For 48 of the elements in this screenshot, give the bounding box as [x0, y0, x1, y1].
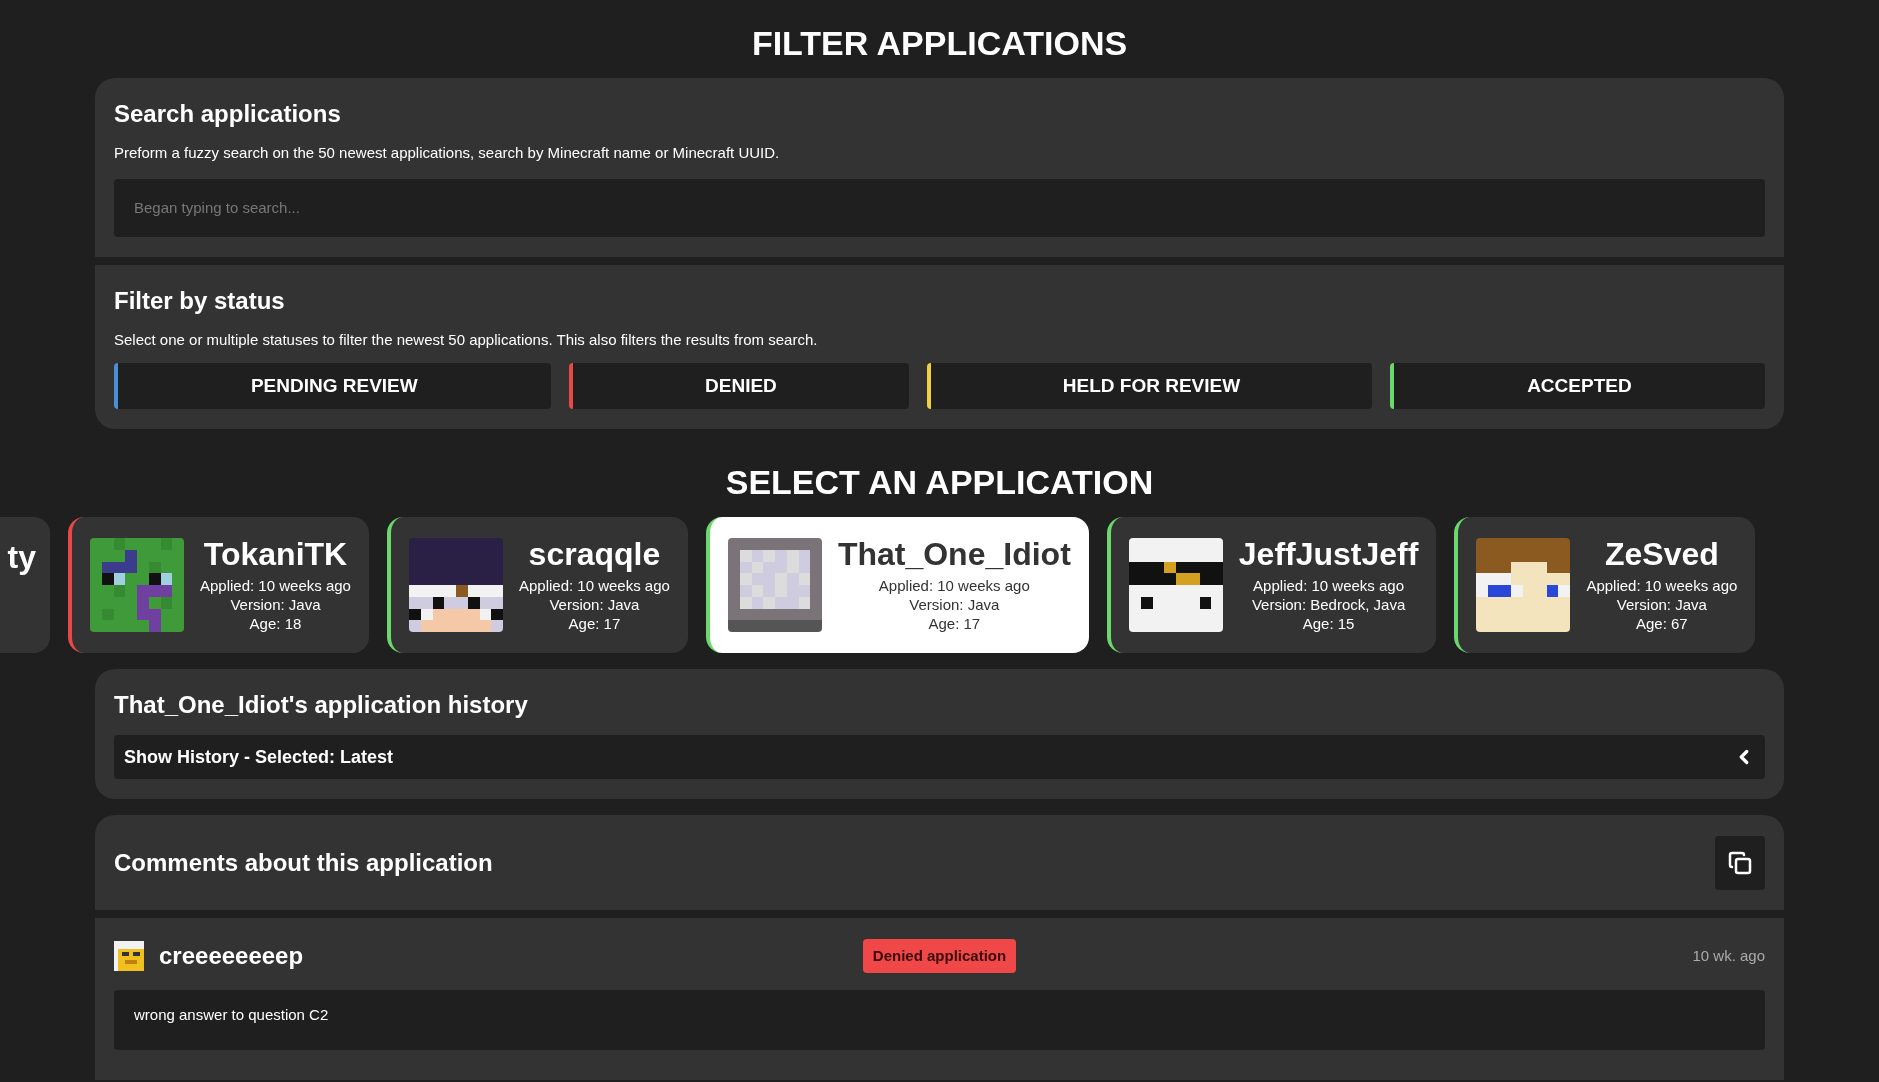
applied-date: Applied: 10 weeks ago [200, 575, 351, 595]
section-description: Preform a fuzzy search on the 50 newest applications, search by Minecraft name or Minecraft UUID. [114, 143, 781, 163]
game-version: Version: Java [230, 594, 321, 614]
applied-date: Applied: 10 weeks ago [518, 575, 670, 595]
applicant-name: ty [7, 541, 36, 573]
applied-date: Applied: 10 weeks ago [1586, 575, 1738, 595]
copy-icon [1728, 850, 1752, 875]
section-title: Comments about this application [114, 847, 493, 878]
section-title: That_One_Idiot's application history [114, 690, 529, 720]
page-title: FILTER APPLICATIONS [750, 23, 1129, 64]
applied-date: Applied: 10 weeks ago [1253, 575, 1405, 595]
partial-application-card[interactable]: ty [0, 517, 50, 653]
application-card[interactable]: ZeSved Applied: 10 weeks ago Version: Java Age: 67 [1454, 517, 1756, 653]
applicant-age: Age: 15 [1302, 613, 1355, 633]
application-card[interactable]: JeffJustJeff Applied: 10 weeks ago Version: Bedrock, Java Age: 15 [1106, 517, 1437, 653]
section-heading: SELECT AN APPLICATION [724, 462, 1155, 503]
game-version: Version: Bedrock, Java [1251, 594, 1406, 614]
status-filter-button[interactable]: HELD FOR REVIEW [927, 363, 1372, 409]
applicant-age: Age: 18 [249, 613, 302, 633]
status-filter-button[interactable]: ACCEPTED [1389, 363, 1765, 409]
section-description: Select one or multiple statuses to filter the newest 50 applications. This also filters the results from search. [114, 329, 819, 350]
user-avatar-icon [114, 941, 144, 971]
applicant-name: ZeSved [1604, 537, 1719, 570]
applicant-age: Age: 17 [568, 613, 621, 633]
applicant-name: That_One_Idiot [837, 537, 1071, 570]
applicant-age: Age: 67 [1636, 613, 1688, 633]
status-filter-button[interactable]: DENIED [568, 363, 910, 409]
section-title: Search applications [114, 99, 342, 129]
history-toggle[interactable]: Show History - Selected: Latest [114, 735, 1765, 779]
game-version: Version: Java [549, 594, 640, 614]
application-card[interactable]: TokaniTK Applied: 10 weeks ago Version: Java Age: 18 [68, 517, 369, 653]
applicant-name: JeffJustJeff [1238, 537, 1419, 570]
comment-time: 10 wk. ago [1692, 945, 1765, 966]
section-title: Filter by status [114, 285, 286, 316]
copy-button[interactable] [1715, 835, 1765, 890]
game-version: Version: Java [1616, 594, 1707, 614]
comment-text: wrong answer to question C2 [114, 990, 1765, 1050]
applicant-age: Age: 17 [928, 613, 981, 633]
status-badge: Denied application [862, 938, 1017, 974]
application-card[interactable]: That_One_Idiot Applied: 10 weeks ago Version: Java Age: 17 [705, 517, 1089, 653]
applied-date: Applied: 10 weeks ago [878, 575, 1030, 595]
comment-author: creeeeeeeep [159, 941, 304, 971]
applicant-name: TokaniTK [203, 537, 348, 570]
search-field[interactable]: Began typing to search... [114, 178, 1765, 237]
status-filter-button[interactable]: PENDING REVIEW [114, 363, 551, 409]
game-version: Version: Java [909, 594, 1000, 614]
application-card[interactable]: scraqqle Applied: 10 weeks ago Version: Java Age: 17 [386, 517, 688, 653]
applicant-name: scraqqle [528, 537, 661, 570]
